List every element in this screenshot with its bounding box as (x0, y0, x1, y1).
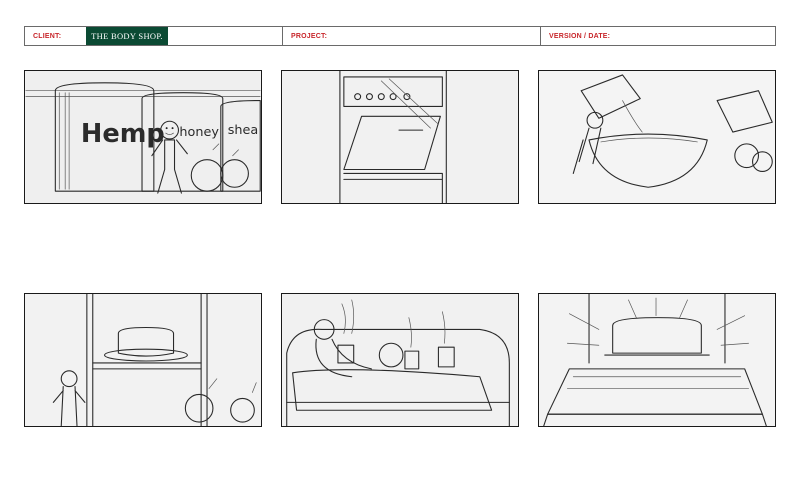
jar-label-honey: honey (179, 125, 219, 140)
jar-label-shea: shea (228, 123, 259, 138)
client-logo: THE BODY SHOP. (86, 27, 168, 45)
client-label: CLIENT: (33, 32, 62, 40)
storyboard-frame-3 (538, 70, 776, 204)
project-label: PROJECT: (291, 32, 328, 40)
storyboard-frame-6 (538, 293, 776, 427)
jar-label-hemp: Hemp (81, 119, 165, 149)
version-date-cell: VERSION / DATE: (540, 27, 775, 45)
storyboard-frame-5 (281, 293, 519, 427)
project-cell: PROJECT: (282, 27, 540, 45)
version-date-label: VERSION / DATE: (549, 32, 611, 40)
storyboard-header: CLIENT: THE BODY SHOP. PROJECT: VERSION … (24, 26, 776, 46)
storyboard-frame-4 (24, 293, 262, 427)
storyboard-frame-1: Hemp honey shea (24, 70, 262, 204)
client-cell: CLIENT: THE BODY SHOP. (25, 27, 282, 45)
frame-1-sketch: Hemp honey shea (25, 71, 261, 203)
storyboard-frame-2 (281, 70, 519, 204)
